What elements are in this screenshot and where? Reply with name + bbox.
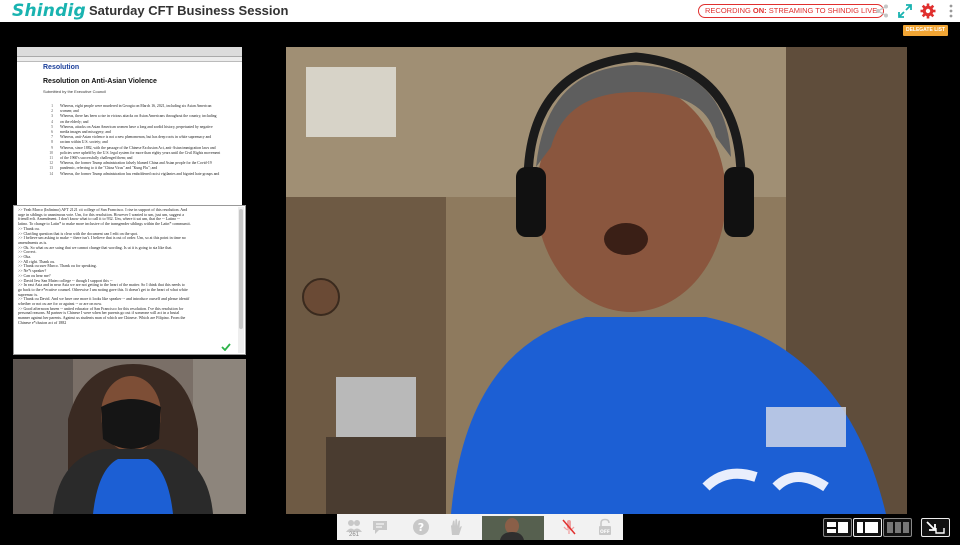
lock-off-label: OFF: [600, 529, 610, 535]
document-heading: Resolution: [43, 64, 80, 71]
page-title: Saturday CFT Business Session: [89, 3, 289, 18]
layout-grid-icon: [887, 522, 909, 533]
speaker-video-image: [286, 47, 907, 514]
self-video-thumbnail[interactable]: [482, 516, 544, 540]
svg-text:?: ?: [418, 521, 424, 534]
self-video-image: [482, 516, 544, 540]
document-subtitle: Submitted by the Executive Council: [43, 89, 106, 94]
document-line: 14 Whereas, the former Trump administrati…: [43, 172, 234, 177]
question-icon[interactable]: ?: [412, 518, 430, 536]
exit-fullscreen-icon: [926, 521, 945, 534]
recording-status-badge[interactable]: RECORDING ON: STREAMING TO SHINDIG LIVE: [698, 4, 885, 18]
chat-icon[interactable]: [371, 518, 389, 536]
expand-icon[interactable]: [897, 3, 913, 19]
document-toolbar: [17, 47, 242, 57]
lock-off-icon[interactable]: OFF: [596, 518, 614, 536]
layout-split-button[interactable]: [823, 518, 852, 537]
mic-muted-icon[interactable]: [560, 518, 578, 536]
line-text: Whereas, eight people were murdered in G…: [60, 104, 212, 108]
exit-fullscreen-button[interactable]: [921, 518, 950, 537]
shared-document[interactable]: Resolution Resolution on Anti-Asian Viol…: [17, 47, 242, 205]
participant-video-small[interactable]: [13, 359, 246, 514]
layout-speaker-icon: [857, 522, 878, 533]
captions-transcript[interactable]: >> Yeah Marco (Infinimo) AFT 2121 cit co…: [13, 205, 246, 355]
transcript-text: >> Yeah Marco (Infinimo) AFT 2121 cit co…: [18, 207, 234, 326]
raise-hand-icon[interactable]: [447, 518, 465, 536]
share-icon[interactable]: [874, 3, 890, 19]
transcript-line: Chinese e*clusion act of 1882: [18, 319, 67, 325]
more-dots-icon[interactable]: [943, 3, 959, 19]
layout-split-icon: [827, 522, 848, 533]
line-number: 14: [49, 171, 53, 176]
shindig-logo: Shindig: [12, 1, 86, 21]
speaker-video-main[interactable]: [286, 47, 907, 514]
layout-speaker-button[interactable]: [853, 518, 882, 537]
participant-video-image: [13, 359, 246, 514]
check-icon[interactable]: [221, 343, 231, 351]
transcript-scroll-thumb[interactable]: [239, 209, 243, 329]
document-title: Resolution on Anti-Asian Violence: [43, 78, 157, 85]
document-lines: 1 Whereas, eight people were murdered in …: [43, 104, 234, 177]
line-text: Whereas, the former Trump administration…: [60, 171, 220, 176]
bottom-toolbar: 261 ? OFF: [337, 514, 623, 540]
layout-grid-button[interactable]: [883, 518, 912, 537]
top-bar: Shindig Saturday CFT Business Session RE…: [0, 0, 960, 22]
participant-count: 261: [348, 532, 359, 538]
delegate-list-button[interactable]: DELEGATE LIST: [903, 25, 948, 36]
gear-icon[interactable]: [920, 3, 936, 19]
